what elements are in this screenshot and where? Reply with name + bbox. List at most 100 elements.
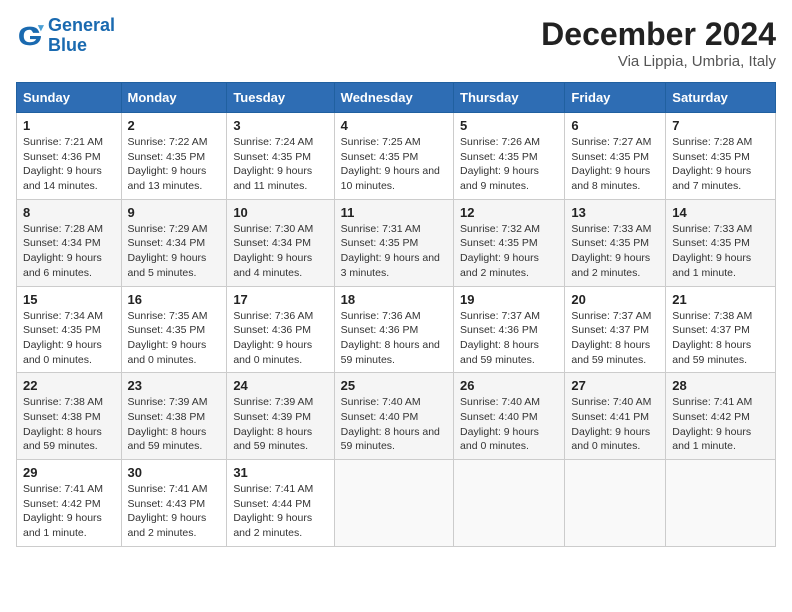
day-info: Sunrise: 7:38 AM Sunset: 4:38 PM Dayligh… [23,395,115,454]
calendar-cell: 24 Sunrise: 7:39 AM Sunset: 4:39 PM Dayl… [227,373,334,460]
calendar-cell: 5 Sunrise: 7:26 AM Sunset: 4:35 PM Dayli… [454,113,565,200]
day-info: Sunrise: 7:41 AM Sunset: 4:42 PM Dayligh… [672,395,769,454]
calendar-cell [334,460,453,547]
location: Via Lippia, Umbria, Italy [541,53,776,70]
column-header-friday: Friday [565,83,666,113]
calendar-cell: 1 Sunrise: 7:21 AM Sunset: 4:36 PM Dayli… [17,113,122,200]
calendar-cell: 2 Sunrise: 7:22 AM Sunset: 4:35 PM Dayli… [121,113,227,200]
day-info: Sunrise: 7:33 AM Sunset: 4:35 PM Dayligh… [672,222,769,281]
column-header-tuesday: Tuesday [227,83,334,113]
day-number: 2 [128,118,221,133]
calendar-cell: 6 Sunrise: 7:27 AM Sunset: 4:35 PM Dayli… [565,113,666,200]
day-info: Sunrise: 7:28 AM Sunset: 4:34 PM Dayligh… [23,222,115,281]
calendar-cell: 3 Sunrise: 7:24 AM Sunset: 4:35 PM Dayli… [227,113,334,200]
day-number: 15 [23,292,115,307]
calendar-cell: 27 Sunrise: 7:40 AM Sunset: 4:41 PM Dayl… [565,373,666,460]
day-number: 25 [341,378,447,393]
day-number: 24 [233,378,327,393]
day-info: Sunrise: 7:35 AM Sunset: 4:35 PM Dayligh… [128,309,221,368]
logo-text: General Blue [48,16,115,56]
day-info: Sunrise: 7:37 AM Sunset: 4:36 PM Dayligh… [460,309,558,368]
calendar-cell: 30 Sunrise: 7:41 AM Sunset: 4:43 PM Dayl… [121,460,227,547]
day-info: Sunrise: 7:30 AM Sunset: 4:34 PM Dayligh… [233,222,327,281]
day-info: Sunrise: 7:25 AM Sunset: 4:35 PM Dayligh… [341,135,447,194]
column-header-monday: Monday [121,83,227,113]
day-number: 18 [341,292,447,307]
calendar-cell [666,460,776,547]
day-number: 17 [233,292,327,307]
calendar-cell: 18 Sunrise: 7:36 AM Sunset: 4:36 PM Dayl… [334,286,453,373]
column-header-sunday: Sunday [17,83,122,113]
day-info: Sunrise: 7:33 AM Sunset: 4:35 PM Dayligh… [571,222,659,281]
calendar-cell: 10 Sunrise: 7:30 AM Sunset: 4:34 PM Dayl… [227,199,334,286]
day-number: 3 [233,118,327,133]
day-number: 31 [233,465,327,480]
calendar-cell: 11 Sunrise: 7:31 AM Sunset: 4:35 PM Dayl… [334,199,453,286]
title-area: December 2024 Via Lippia, Umbria, Italy [541,16,776,70]
day-info: Sunrise: 7:41 AM Sunset: 4:44 PM Dayligh… [233,482,327,541]
day-number: 29 [23,465,115,480]
calendar-cell: 12 Sunrise: 7:32 AM Sunset: 4:35 PM Dayl… [454,199,565,286]
day-info: Sunrise: 7:40 AM Sunset: 4:40 PM Dayligh… [460,395,558,454]
column-header-wednesday: Wednesday [334,83,453,113]
calendar-table: SundayMondayTuesdayWednesdayThursdayFrid… [16,82,776,547]
day-number: 11 [341,205,447,220]
day-info: Sunrise: 7:28 AM Sunset: 4:35 PM Dayligh… [672,135,769,194]
day-info: Sunrise: 7:41 AM Sunset: 4:43 PM Dayligh… [128,482,221,541]
day-number: 30 [128,465,221,480]
calendar-cell: 20 Sunrise: 7:37 AM Sunset: 4:37 PM Dayl… [565,286,666,373]
calendar-cell: 21 Sunrise: 7:38 AM Sunset: 4:37 PM Dayl… [666,286,776,373]
calendar-cell: 15 Sunrise: 7:34 AM Sunset: 4:35 PM Dayl… [17,286,122,373]
day-number: 10 [233,205,327,220]
day-info: Sunrise: 7:39 AM Sunset: 4:39 PM Dayligh… [233,395,327,454]
day-info: Sunrise: 7:39 AM Sunset: 4:38 PM Dayligh… [128,395,221,454]
calendar-cell: 19 Sunrise: 7:37 AM Sunset: 4:36 PM Dayl… [454,286,565,373]
day-info: Sunrise: 7:36 AM Sunset: 4:36 PM Dayligh… [341,309,447,368]
column-header-saturday: Saturday [666,83,776,113]
calendar-cell: 4 Sunrise: 7:25 AM Sunset: 4:35 PM Dayli… [334,113,453,200]
day-number: 8 [23,205,115,220]
day-info: Sunrise: 7:24 AM Sunset: 4:35 PM Dayligh… [233,135,327,194]
calendar-cell: 25 Sunrise: 7:40 AM Sunset: 4:40 PM Dayl… [334,373,453,460]
calendar-cell: 31 Sunrise: 7:41 AM Sunset: 4:44 PM Dayl… [227,460,334,547]
page-header: General Blue December 2024 Via Lippia, U… [16,16,776,70]
calendar-cell: 16 Sunrise: 7:35 AM Sunset: 4:35 PM Dayl… [121,286,227,373]
calendar-cell: 23 Sunrise: 7:39 AM Sunset: 4:38 PM Dayl… [121,373,227,460]
day-number: 14 [672,205,769,220]
calendar-cell: 17 Sunrise: 7:36 AM Sunset: 4:36 PM Dayl… [227,286,334,373]
day-number: 23 [128,378,221,393]
day-info: Sunrise: 7:34 AM Sunset: 4:35 PM Dayligh… [23,309,115,368]
day-number: 7 [672,118,769,133]
logo-icon [16,22,44,50]
day-number: 19 [460,292,558,307]
column-header-thursday: Thursday [454,83,565,113]
calendar-cell: 9 Sunrise: 7:29 AM Sunset: 4:34 PM Dayli… [121,199,227,286]
calendar-cell: 13 Sunrise: 7:33 AM Sunset: 4:35 PM Dayl… [565,199,666,286]
calendar-cell: 26 Sunrise: 7:40 AM Sunset: 4:40 PM Dayl… [454,373,565,460]
calendar-cell: 14 Sunrise: 7:33 AM Sunset: 4:35 PM Dayl… [666,199,776,286]
calendar-cell: 22 Sunrise: 7:38 AM Sunset: 4:38 PM Dayl… [17,373,122,460]
day-info: Sunrise: 7:32 AM Sunset: 4:35 PM Dayligh… [460,222,558,281]
calendar-cell: 29 Sunrise: 7:41 AM Sunset: 4:42 PM Dayl… [17,460,122,547]
calendar-cell [565,460,666,547]
day-info: Sunrise: 7:36 AM Sunset: 4:36 PM Dayligh… [233,309,327,368]
day-number: 22 [23,378,115,393]
day-info: Sunrise: 7:38 AM Sunset: 4:37 PM Dayligh… [672,309,769,368]
day-number: 12 [460,205,558,220]
day-info: Sunrise: 7:29 AM Sunset: 4:34 PM Dayligh… [128,222,221,281]
day-number: 4 [341,118,447,133]
day-info: Sunrise: 7:26 AM Sunset: 4:35 PM Dayligh… [460,135,558,194]
day-number: 28 [672,378,769,393]
day-info: Sunrise: 7:22 AM Sunset: 4:35 PM Dayligh… [128,135,221,194]
day-number: 20 [571,292,659,307]
day-info: Sunrise: 7:31 AM Sunset: 4:35 PM Dayligh… [341,222,447,281]
calendar-cell: 7 Sunrise: 7:28 AM Sunset: 4:35 PM Dayli… [666,113,776,200]
calendar-cell [454,460,565,547]
day-info: Sunrise: 7:27 AM Sunset: 4:35 PM Dayligh… [571,135,659,194]
day-number: 9 [128,205,221,220]
month-title: December 2024 [541,16,776,53]
calendar-cell: 28 Sunrise: 7:41 AM Sunset: 4:42 PM Dayl… [666,373,776,460]
day-info: Sunrise: 7:41 AM Sunset: 4:42 PM Dayligh… [23,482,115,541]
day-info: Sunrise: 7:40 AM Sunset: 4:41 PM Dayligh… [571,395,659,454]
day-number: 26 [460,378,558,393]
